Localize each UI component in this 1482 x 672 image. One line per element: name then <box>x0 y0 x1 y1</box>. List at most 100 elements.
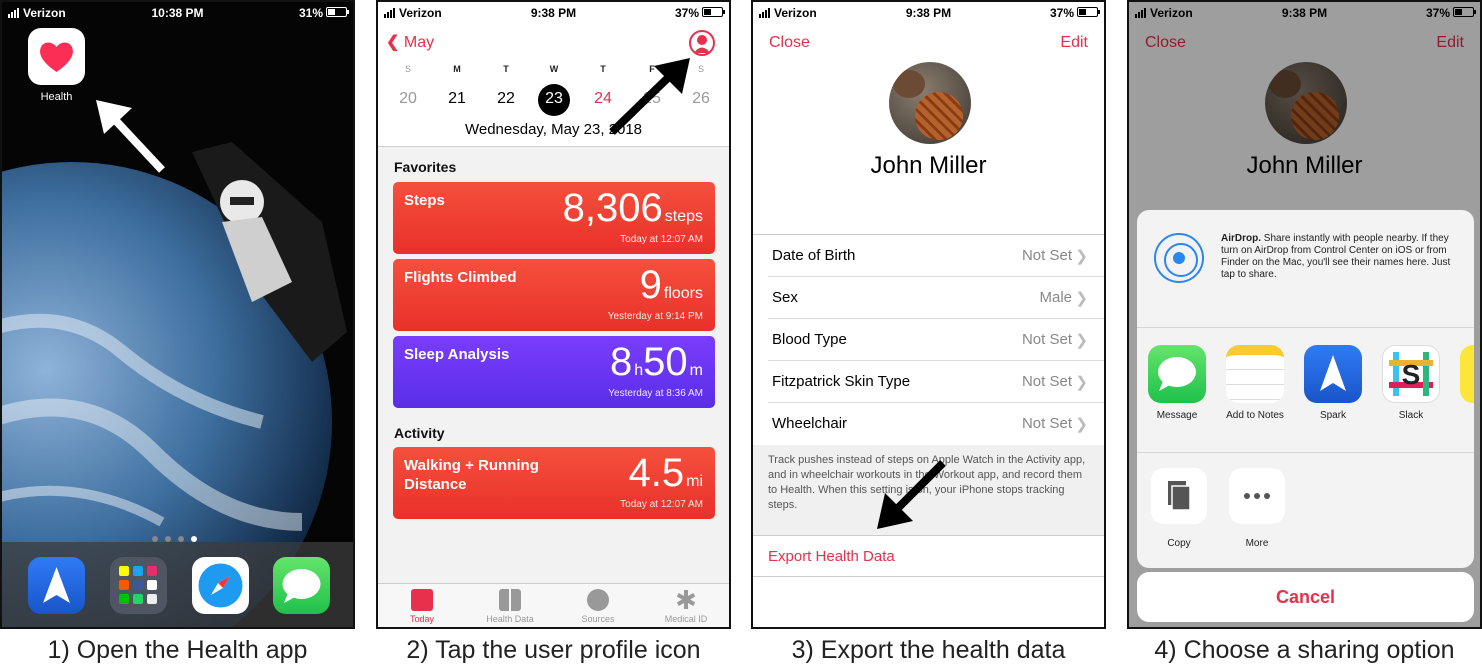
notes-icon <box>1226 345 1284 403</box>
share-add-to-notes[interactable]: Add to Notes <box>1219 345 1291 421</box>
share-message[interactable]: Message <box>1141 345 1213 421</box>
day-number[interactable]: 20 <box>388 90 428 108</box>
row-label: Sex <box>772 289 798 306</box>
status-bar: Verizon 9:38 PM 37% <box>378 2 729 24</box>
share-label: Message <box>1156 410 1198 421</box>
action-label: More <box>1245 538 1269 549</box>
row-value: Not Set <box>1021 331 1072 348</box>
distance-card[interactable]: Walking + Running Distance 4.5 mi Today a… <box>393 447 715 519</box>
card-title: Sleep Analysis <box>404 346 510 363</box>
health-app-label: Health <box>40 91 73 103</box>
messages-app-icon[interactable] <box>273 557 330 614</box>
folder-grid-icon <box>119 566 157 604</box>
row-sex[interactable]: Sex Male ❯ <box>768 277 1104 319</box>
action-label: Copy <box>1167 538 1191 549</box>
asterisk-icon: ✱ <box>675 585 697 615</box>
tab-medical-id[interactable]: ✱ Medical ID <box>642 584 729 624</box>
card-time: Yesterday at 8:36 AM <box>608 388 703 399</box>
row-blood-type[interactable]: Blood Type Not Set ❯ <box>768 319 1104 361</box>
share-spark[interactable]: Spark <box>1297 345 1369 421</box>
ellipsis-icon <box>1229 468 1285 524</box>
back-button[interactable]: ❮ May <box>386 32 434 52</box>
divider <box>1137 327 1474 328</box>
share-more-apps[interactable] <box>1453 345 1474 403</box>
card-title: Walking + Running Distance <box>404 457 539 493</box>
card-unit: mi <box>686 473 703 490</box>
back-label: May <box>403 34 435 51</box>
summary-area: Favorites Steps 8,306 steps Today at 12:0… <box>378 146 729 586</box>
tab-label: Medical ID <box>664 614 708 624</box>
tab-label: Sources <box>581 614 615 624</box>
screen-profile: Verizon 9:38 PM 37% Close Edit John Mill… <box>751 0 1106 629</box>
tab-sources[interactable]: Sources <box>554 584 642 624</box>
chevron-right-icon: ❯ <box>1075 332 1088 349</box>
step-caption: 4) Choose a sharing option <box>1154 636 1455 664</box>
profile-details-list: Date of Birth Not Set ❯ Sex Male ❯ Blood… <box>753 234 1104 445</box>
screen-home: Verizon 10:38 PM 31% Health <box>0 0 355 629</box>
row-skin-type[interactable]: Fitzpatrick Skin Type Not Set ❯ <box>768 361 1104 403</box>
row-wheelchair[interactable]: Wheelchair Not Set ❯ <box>768 403 1104 445</box>
pointer-arrow-icon <box>877 460 946 529</box>
day-number[interactable]: 22 <box>486 90 526 108</box>
airdrop-description: AirDrop. Share instantly with people nea… <box>1221 233 1451 280</box>
card-unit: steps <box>664 208 703 225</box>
paper-plane-icon <box>43 567 70 603</box>
copy-icon <box>1151 468 1207 524</box>
card-unit: floors <box>663 285 703 302</box>
tab-bar: Today Health Data Sources ✱ Medical ID <box>378 583 729 627</box>
copy-action[interactable]: Copy <box>1143 468 1215 549</box>
health-app-icon[interactable] <box>28 28 85 85</box>
activity-heading: Activity <box>394 425 445 441</box>
pointer-arrow-icon <box>96 100 165 173</box>
card-value: 4.5 <box>628 451 685 495</box>
favorites-heading: Favorites <box>394 159 457 175</box>
sleep-minutes: 50 <box>643 340 688 384</box>
card-value: 9 <box>639 263 662 307</box>
day-number[interactable]: 21 <box>437 90 477 108</box>
export-label: Export Health Data <box>768 548 895 565</box>
row-value: Not Set <box>1021 247 1072 264</box>
card-time: Yesterday at 9:14 PM <box>607 311 703 322</box>
battery-percent: 31% <box>298 6 323 20</box>
paper-plane-icon <box>1304 345 1362 403</box>
person-icon <box>694 35 710 53</box>
close-button[interactable]: Close <box>769 34 810 52</box>
profile-name: John Miller <box>870 152 987 179</box>
day-name: S <box>404 64 411 74</box>
airdrop-icon <box>1154 233 1204 283</box>
sleep-card[interactable]: Sleep Analysis 8 h50 m Yesterday at 8:36 A… <box>393 336 715 408</box>
social-folder-icon[interactable] <box>110 557 167 614</box>
steps-card[interactable]: Steps 8,306 steps Today at 12:07 AM <box>393 182 715 254</box>
hours-unit: h <box>634 362 644 379</box>
row-label: Blood Type <box>772 331 847 348</box>
row-label: Wheelchair <box>772 415 848 432</box>
export-health-data-button[interactable]: Export Health Data <box>753 535 1104 577</box>
battery-icon <box>326 7 349 17</box>
step-caption: 3) Export the health data <box>791 636 1066 664</box>
heart-download-icon <box>587 589 609 611</box>
edit-button[interactable]: Edit <box>1060 34 1088 52</box>
dock <box>2 542 353 627</box>
cancel-button[interactable]: Cancel <box>1137 572 1474 622</box>
row-date-of-birth[interactable]: Date of Birth Not Set ❯ <box>768 235 1104 277</box>
minutes-unit: m <box>689 362 703 379</box>
share-sheet: AirDrop. Share instantly with people nea… <box>1137 210 1474 568</box>
safari-app-icon[interactable] <box>192 557 249 614</box>
row-value: Not Set <box>1021 373 1072 390</box>
spark-app-icon[interactable] <box>28 557 85 614</box>
more-action[interactable]: More <box>1221 468 1293 549</box>
share-slack[interactable]: S Slack <box>1375 345 1447 421</box>
chevron-right-icon: ❯ <box>1075 374 1088 391</box>
flights-card[interactable]: Flights Climbed 9 floors Yesterday at 9:1… <box>393 259 715 331</box>
avatar <box>889 62 971 144</box>
chevron-right-icon: ❯ <box>1075 290 1088 307</box>
card-title: Flights Climbed <box>404 269 517 286</box>
svg-text:S: S <box>1402 359 1421 390</box>
tab-today[interactable]: Today <box>378 584 466 624</box>
status-bar: Verizon 9:38 PM 37% <box>753 2 1104 24</box>
battery-percent: 37% <box>1049 6 1074 20</box>
day-number-selected[interactable]: 23 <box>534 90 574 108</box>
user-profile-button[interactable] <box>689 30 715 56</box>
tab-health-data[interactable]: Health Data <box>466 584 554 624</box>
divider <box>1137 452 1474 453</box>
